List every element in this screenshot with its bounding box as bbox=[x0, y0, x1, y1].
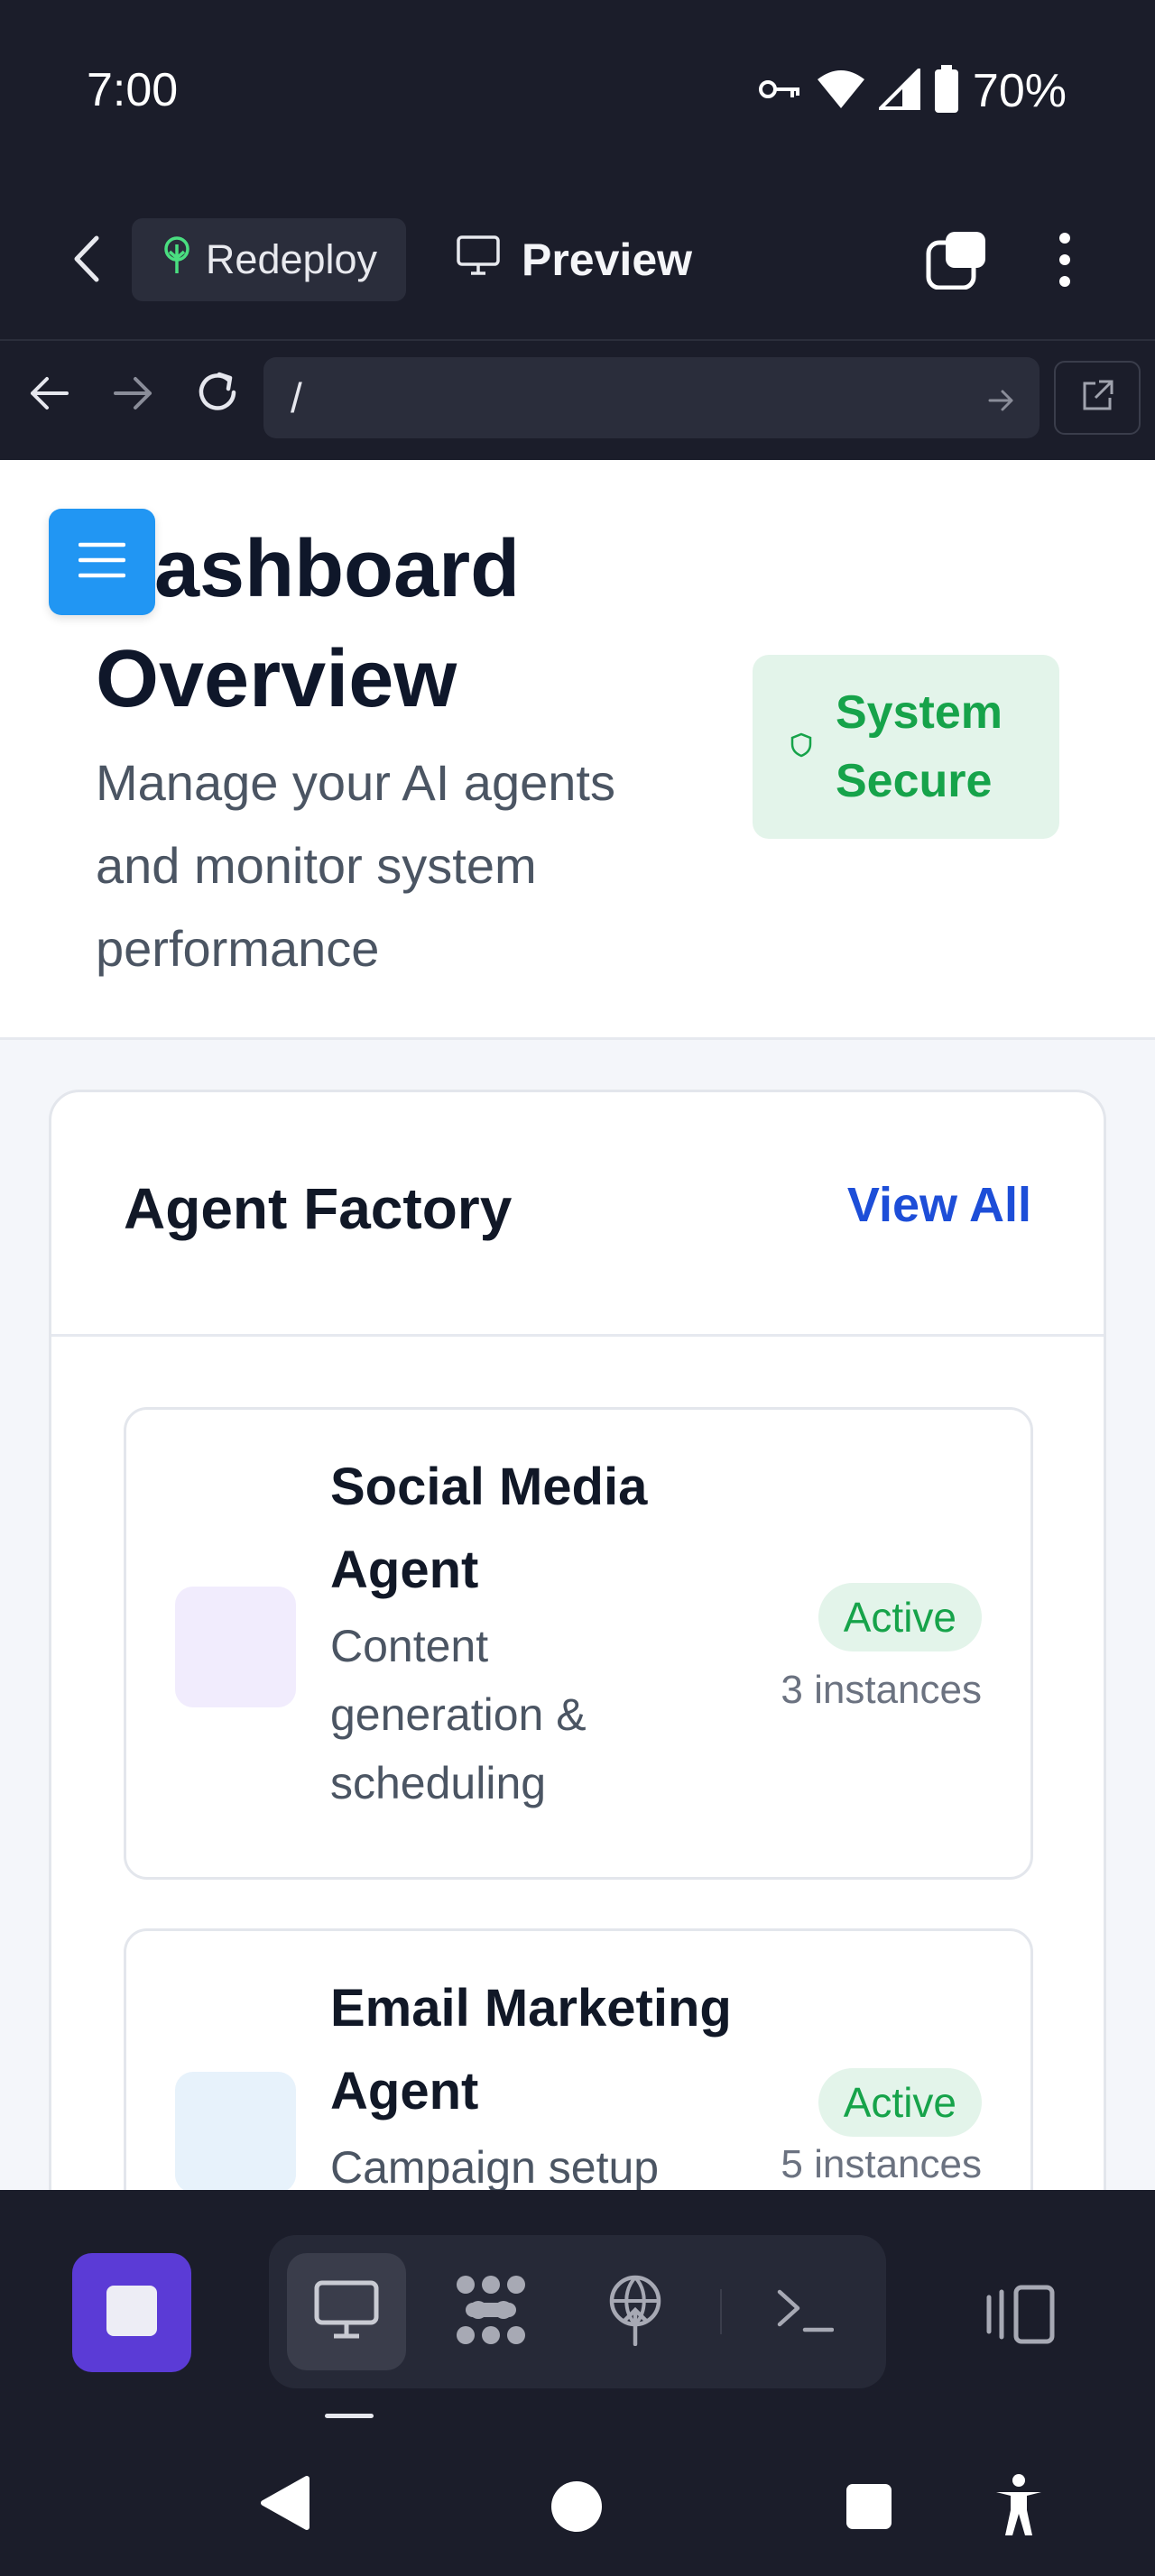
tabs-switcher-icon[interactable] bbox=[924, 227, 989, 292]
monitor-icon bbox=[314, 2280, 379, 2344]
tree-icon bbox=[161, 235, 193, 285]
agent-factory-title: Agent Factory bbox=[124, 1176, 513, 1241]
agent-factory-header: Agent Factory View All bbox=[51, 1092, 1104, 1337]
go-arrow-icon[interactable] bbox=[984, 382, 1020, 419]
preview-label: Preview bbox=[522, 235, 693, 285]
device-view-toggle-icon[interactable] bbox=[984, 2278, 1056, 2351]
view-all-link[interactable]: View All bbox=[847, 1177, 1031, 1233]
stop-button[interactable] bbox=[72, 2253, 191, 2372]
agents-cluster-icon bbox=[453, 2274, 529, 2351]
menu-icon bbox=[78, 541, 126, 584]
status-icons: 70% bbox=[758, 63, 1067, 119]
agent-card-email-marketing[interactable]: Email Marketing Agent Campaign setup & a… bbox=[124, 1928, 1033, 2190]
agent-card-social-media[interactable]: Social Media Agent Content generation & … bbox=[124, 1407, 1033, 1880]
deploy-globe-icon bbox=[605, 2274, 665, 2351]
more-vertical-icon[interactable] bbox=[1045, 225, 1085, 294]
agent-factory-card: Agent Factory View All Social Media Agen… bbox=[49, 1090, 1106, 2190]
preview-tab[interactable]: Preview bbox=[457, 227, 692, 292]
system-back-icon[interactable] bbox=[253, 2471, 316, 2535]
system-recents-icon[interactable] bbox=[837, 2475, 901, 2538]
stop-icon bbox=[105, 2284, 159, 2342]
status-time: 7:00 bbox=[87, 64, 179, 116]
signal-icon bbox=[876, 65, 920, 115]
agent-description: Content generation & scheduling bbox=[330, 1621, 587, 1808]
agent-name: Social Media Agent bbox=[330, 1458, 648, 1599]
monitor-icon bbox=[457, 234, 500, 286]
system-secure-badge: System Secure bbox=[753, 655, 1059, 839]
browser-back-icon[interactable] bbox=[22, 366, 76, 420]
terminal-icon bbox=[776, 2286, 835, 2338]
url-input[interactable] bbox=[263, 357, 1040, 438]
dock-divider bbox=[720, 2289, 722, 2334]
shield-icon bbox=[790, 732, 812, 762]
instance-count: 3 instances bbox=[781, 1668, 982, 1712]
social-media-agent-icon bbox=[175, 1587, 296, 1707]
redeploy-button[interactable]: Redeploy bbox=[132, 218, 406, 301]
agent-name: Email Marketing Agent bbox=[330, 1979, 732, 2121]
accessibility-icon[interactable] bbox=[987, 2470, 1050, 2542]
system-home-icon[interactable] bbox=[545, 2475, 608, 2538]
email-marketing-agent-icon bbox=[175, 2072, 296, 2190]
battery-icon bbox=[933, 64, 960, 118]
open-external-button[interactable] bbox=[1054, 361, 1141, 435]
status-badge: Active bbox=[818, 2068, 982, 2137]
dock-tab-deploy[interactable] bbox=[576, 2253, 695, 2370]
page-title: Dashboard Overview bbox=[96, 524, 521, 724]
page-header: Dashboard Overview Manage your AI agents… bbox=[0, 460, 1155, 1040]
dock-tab-preview[interactable] bbox=[287, 2253, 406, 2370]
reload-icon[interactable] bbox=[189, 364, 245, 420]
vpn-key-icon bbox=[758, 76, 803, 107]
agent-description: Campaign setup & automation bbox=[330, 2142, 660, 2190]
web-preview: Dashboard Overview Manage your AI agents… bbox=[0, 460, 1155, 2190]
system-secure-label: System Secure bbox=[836, 686, 1003, 807]
browser-forward-icon[interactable] bbox=[106, 366, 161, 420]
active-tab-indicator bbox=[325, 2414, 374, 2418]
wifi-icon bbox=[816, 69, 866, 115]
redeploy-label: Redeploy bbox=[205, 236, 378, 282]
external-link-icon bbox=[1079, 378, 1115, 419]
instance-count: 5 instances bbox=[781, 2142, 982, 2186]
dock-tab-terminal[interactable] bbox=[745, 2253, 864, 2370]
status-badge: Active bbox=[818, 1583, 982, 1651]
dock-tab-agents[interactable] bbox=[431, 2253, 550, 2370]
hamburger-menu-button[interactable] bbox=[49, 509, 155, 615]
back-chevron-icon[interactable] bbox=[60, 227, 114, 290]
battery-percent: 70% bbox=[972, 65, 1067, 117]
page-subtitle: Manage your AI agents and monitor system… bbox=[96, 754, 615, 977]
